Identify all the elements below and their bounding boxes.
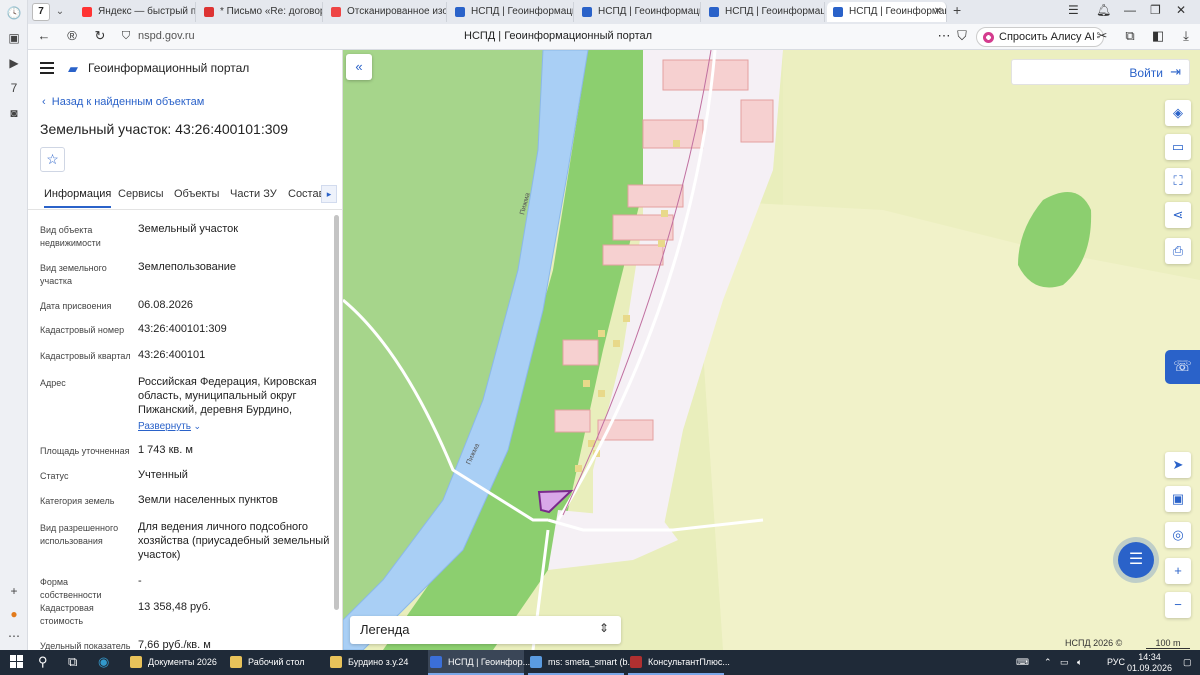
object-title: Земельный участок: 43:26:400101:309 bbox=[40, 121, 289, 137]
browser-tab[interactable]: Отсканированное изобр bbox=[325, 2, 447, 22]
zen-icon[interactable]: ● bbox=[6, 606, 22, 622]
more-icon[interactable]: ⋯ bbox=[936, 28, 952, 44]
puzzle-icon[interactable]: ⧉ bbox=[1122, 28, 1138, 44]
map-scale: 100 m bbox=[1146, 638, 1190, 649]
search-icon[interactable]: ⚲ bbox=[38, 654, 48, 670]
keyboard-icon[interactable]: ⌨ bbox=[1016, 657, 1029, 668]
layers-icon[interactable]: ◈ bbox=[1165, 100, 1191, 126]
task-view-icon[interactable]: ⧉ bbox=[68, 654, 77, 670]
profile-icon[interactable]: ◧ bbox=[1150, 28, 1166, 44]
browser-tab[interactable]: Яндекс — быстрый поиск bbox=[76, 2, 196, 22]
tab-parts[interactable]: Части ЗУ bbox=[230, 188, 277, 200]
tab-info[interactable]: Информация bbox=[44, 188, 112, 208]
share-icon[interactable]: ⋖ bbox=[1165, 202, 1191, 228]
extensions-icon[interactable]: ✂ bbox=[1094, 28, 1110, 44]
taskbar: ⚲ ⧉ ◉ Документы 2026 Рабочий стол Бурдин… bbox=[0, 650, 1200, 675]
download-icon[interactable]: ⤓ bbox=[1178, 28, 1194, 44]
network-icon[interactable]: ▭ bbox=[1060, 657, 1069, 668]
ask-alisa-button[interactable]: Спросить Алису AI bbox=[976, 27, 1104, 47]
collections-icon[interactable]: ▣ bbox=[6, 30, 22, 46]
taskbar-item[interactable]: Рабочий стол bbox=[228, 650, 324, 675]
bookmarks-icon[interactable]: ☰ bbox=[1068, 3, 1079, 17]
history-icon[interactable]: 🕓 bbox=[6, 5, 22, 21]
yandex-icon[interactable]: ® bbox=[64, 28, 80, 44]
back-to-results-link[interactable]: ‹ Назад к найденным объектам bbox=[42, 96, 204, 108]
taskbar-item-active[interactable]: НСПД | Геоинфор... bbox=[428, 650, 530, 675]
tab-services[interactable]: Сервисы bbox=[118, 188, 164, 200]
bookmark-icon[interactable]: ⛉ bbox=[954, 28, 970, 44]
info-tabs: Информация Сервисы Объекты Части ЗУ Сост… bbox=[28, 180, 342, 210]
favorite-star-icon[interactable]: ☆ bbox=[40, 147, 65, 172]
map-copyright: НСПД 2026 © bbox=[1065, 638, 1123, 648]
lock-icon[interactable]: ⛉ bbox=[118, 28, 134, 44]
portal-brand[interactable]: Геоинформационный портал bbox=[88, 61, 249, 75]
minimize-icon[interactable]: — bbox=[1124, 3, 1136, 17]
video-icon[interactable]: ▶ bbox=[6, 55, 22, 71]
tab-composition[interactable]: Состав bbox=[288, 188, 324, 200]
speaker-icon[interactable]: 🔈︎ bbox=[1077, 657, 1082, 668]
tab-objects[interactable]: Объекты bbox=[174, 188, 219, 200]
browser-tab[interactable]: НСПД | Геоинформацион bbox=[449, 2, 574, 22]
tab-strip: 7 ⌄ Яндекс — быстрый поиск * Письмо «Re:… bbox=[28, 0, 1200, 24]
close-tab-icon[interactable]: ✕ bbox=[934, 2, 942, 22]
minimap-icon[interactable]: ▣ bbox=[1165, 486, 1191, 512]
language-indicator[interactable]: РУС bbox=[1107, 657, 1125, 667]
browser-sidebar: 🕓 ▣ ▶ 7 ◙ + ● ⋯ bbox=[0, 0, 28, 650]
new-tab-icon[interactable]: + bbox=[953, 2, 961, 18]
address-bar: ← ® ↻ ⛉ nspd.gov.ru НСПД | Геоинформацио… bbox=[28, 24, 1200, 50]
print-icon[interactable]: ⎙ bbox=[1165, 238, 1191, 264]
app-7-icon[interactable]: 7 bbox=[6, 80, 22, 96]
restore-icon[interactable]: ❐ bbox=[1150, 3, 1161, 17]
menu-icon[interactable] bbox=[40, 62, 54, 74]
zoom-out-icon[interactable]: − bbox=[1165, 592, 1191, 618]
panel-scrollbar[interactable] bbox=[334, 215, 339, 610]
more-icon[interactable]: ⋯ bbox=[6, 628, 22, 644]
notifications-icon[interactable]: ▢ bbox=[1183, 657, 1192, 668]
tray-chevron-icon[interactable]: ⌃ bbox=[1044, 657, 1052, 668]
browser-tab[interactable]: НСПД | Геоинформацион bbox=[703, 2, 825, 22]
browser-tab-active[interactable]: НСПД | Геоинформацис✕ bbox=[827, 2, 947, 22]
login-icon: ⇥ bbox=[1170, 64, 1181, 79]
windows-start-icon[interactable] bbox=[10, 655, 24, 669]
taskbar-item[interactable]: Бурдино з.у.24 bbox=[328, 650, 424, 675]
browser-tab[interactable]: * Письмо «Re: договор.ро bbox=[198, 2, 323, 22]
browser-tab[interactable]: НСПД | Геоинформацион bbox=[576, 2, 701, 22]
legend-dropdown[interactable]: Легенда ⇕ bbox=[350, 616, 621, 644]
page-title: НСПД | Геоинформационный портал bbox=[464, 30, 653, 42]
edge-icon[interactable]: ◉ bbox=[98, 654, 109, 670]
select-area-icon[interactable]: ⛶ bbox=[1165, 168, 1191, 194]
close-window-icon[interactable]: ✕ bbox=[1176, 3, 1186, 17]
taskbar-item[interactable]: ms: smeta_smart (b... bbox=[528, 650, 635, 675]
add-icon[interactable]: + bbox=[6, 583, 22, 599]
chevron-updown-icon: ⇕ bbox=[598, 621, 609, 635]
tab-count[interactable]: 7 bbox=[32, 3, 50, 21]
reload-icon[interactable]: ↻ bbox=[92, 28, 108, 44]
expand-link[interactable]: Развернуть ⌄ bbox=[138, 419, 330, 434]
clock[interactable]: 14:34 01.09.2026 bbox=[1127, 652, 1172, 674]
ruler-icon[interactable]: ▭ bbox=[1165, 134, 1191, 160]
chevron-down-icon[interactable]: ⌄ bbox=[52, 3, 68, 21]
object-info-panel: ▰ Геоинформационный портал ‹ Назад к най… bbox=[28, 50, 343, 650]
taskbar-item[interactable]: Документы 2026 bbox=[128, 650, 224, 675]
zoom-in-icon[interactable]: + bbox=[1165, 558, 1191, 584]
chat-icon[interactable]: ☰ bbox=[1118, 542, 1154, 578]
chevron-left-icon: ‹ bbox=[42, 96, 52, 108]
field-area-light bbox=[693, 200, 1200, 650]
chevron-down-icon: ⌄ bbox=[191, 421, 202, 431]
help-icon[interactable]: ☏ bbox=[1165, 350, 1200, 384]
navigate-icon[interactable]: ➤ bbox=[1165, 452, 1191, 478]
portal-logo-icon: ▰ bbox=[68, 61, 78, 76]
login-button[interactable]: Войти ⇥ bbox=[1011, 59, 1190, 85]
collapse-panel-button[interactable]: « bbox=[346, 54, 372, 80]
screenshot-icon[interactable]: ◙ bbox=[6, 105, 22, 121]
url-field[interactable]: nspd.gov.ru bbox=[138, 30, 195, 42]
chevron-right-icon[interactable]: ▸ bbox=[321, 185, 337, 203]
taskbar-item[interactable]: КонсультантПлюс... bbox=[628, 650, 730, 675]
map-graphic: Пижма Пижма bbox=[343, 50, 1200, 650]
geolocation-icon[interactable]: ◎ bbox=[1165, 522, 1191, 548]
back-icon[interactable]: ← bbox=[36, 28, 52, 44]
bell-icon[interactable]: 🔔︎ bbox=[1096, 3, 1111, 17]
map-canvas[interactable]: Пижма Пижма « Войти ⇥ ◈ ▭ ⛶ ⋖ ⎙ ☏ ➤ ▣ ◎ ☰… bbox=[343, 50, 1200, 650]
